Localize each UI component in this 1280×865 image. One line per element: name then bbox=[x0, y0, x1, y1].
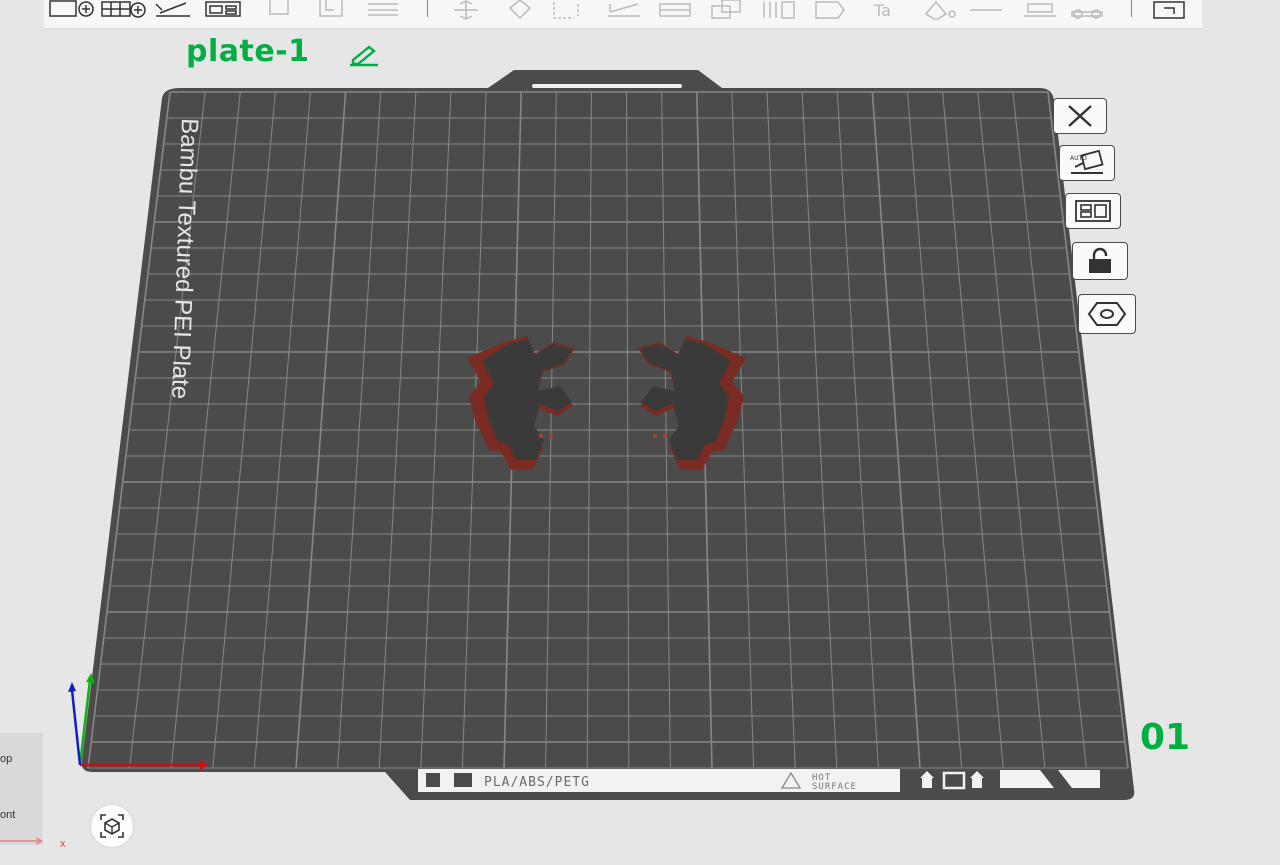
auto-orient-icon: AUTO bbox=[1070, 149, 1104, 174]
auto-orient-plate-button[interactable]: AUTO bbox=[1059, 145, 1115, 181]
delete-plate-button[interactable] bbox=[1053, 98, 1107, 134]
axis-x-label: x bbox=[60, 838, 66, 850]
view-panel: op ont bbox=[0, 733, 43, 845]
arrange-icon bbox=[1075, 200, 1111, 222]
view-front-label[interactable]: ont bbox=[0, 809, 15, 821]
svg-text:AUTO: AUTO bbox=[1070, 155, 1087, 162]
view-top-label[interactable]: op bbox=[0, 753, 12, 765]
lock-icon bbox=[1089, 247, 1111, 273]
arrange-plate-button[interactable] bbox=[1065, 193, 1121, 229]
close-icon bbox=[1068, 105, 1092, 127]
view-cube-icon bbox=[100, 814, 124, 838]
view-cube-button[interactable] bbox=[91, 805, 133, 847]
plate-index: 01 bbox=[1140, 717, 1191, 758]
hexagon-settings-icon bbox=[1087, 302, 1127, 326]
plate-handle bbox=[532, 84, 682, 88]
axis-arrow-icon bbox=[0, 837, 43, 845]
svg-text:SURFACE: SURFACE bbox=[812, 782, 857, 792]
filament-compat-label: PLA/ABS/PETG bbox=[484, 775, 590, 790]
lock-plate-button[interactable] bbox=[1072, 242, 1128, 280]
plate-settings-button[interactable] bbox=[1078, 294, 1136, 334]
